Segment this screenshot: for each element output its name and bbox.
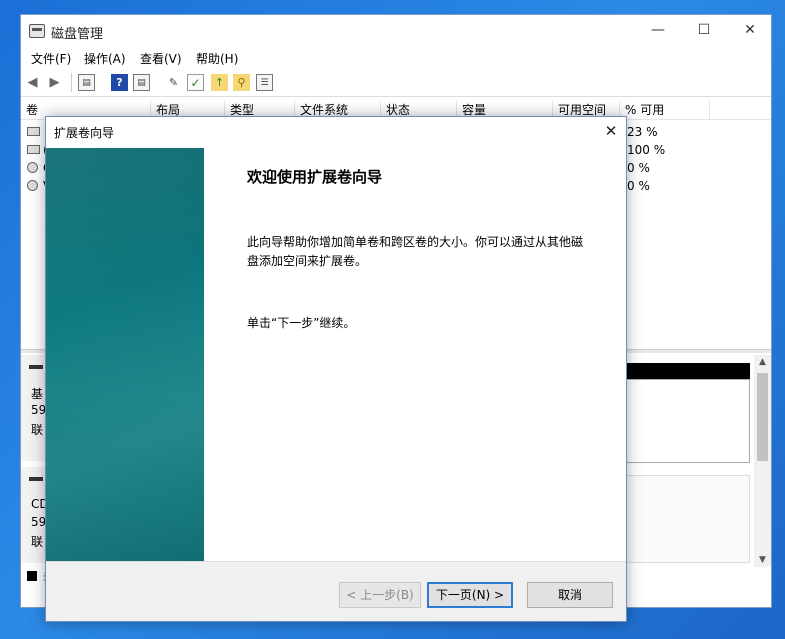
wizard-heading: 欢迎使用扩展卷向导 [247, 168, 383, 186]
toolbar: ◀ ▶ ▤ ? ▤ ✎ ✓ ↑ ⚲ ☰ [21, 69, 771, 97]
back-button[interactable]: < 上一步(B) [339, 582, 421, 608]
wizard-banner-image [46, 148, 204, 561]
help-icon[interactable]: ? [111, 74, 128, 91]
cd-drive-icon [27, 162, 38, 173]
menu-file[interactable]: 文件(F) [31, 50, 71, 67]
disk-pane-scrollbar[interactable]: ▲ ▼ [754, 355, 771, 567]
volume-icon [27, 145, 40, 154]
menu-action[interactable]: 操作(A) [84, 50, 126, 67]
properties-icon[interactable]: ▤ [133, 74, 150, 91]
search-icon[interactable]: ⚲ [233, 74, 250, 91]
back-arrow-icon[interactable]: ◀ [24, 74, 41, 91]
disk-size: 59 [31, 403, 47, 417]
volume-icon [27, 127, 40, 136]
scroll-thumb[interactable] [757, 373, 768, 461]
volume-percent-free: 23 % [627, 125, 658, 139]
check-icon[interactable]: ✓ [187, 74, 204, 91]
scroll-up-icon[interactable]: ▲ [754, 355, 771, 369]
wizard-hint: 单击“下一步”继续。 [247, 316, 356, 330]
toolbar-separator [71, 73, 72, 92]
window-title: 磁盘管理 [51, 27, 104, 42]
extend-volume-wizard-dialog: 扩展卷向导 ✕ 欢迎使用扩展卷向导 此向导帮助你增加简单卷和跨区卷的大小。你可以… [45, 116, 627, 622]
volume-percent-free: 100 % [627, 143, 666, 157]
menu-view[interactable]: 查看(V) [140, 50, 182, 67]
list-icon[interactable]: ☰ [256, 74, 273, 91]
legend-swatch [27, 571, 37, 581]
disk-status: 联 [31, 423, 44, 437]
cd-drive-icon [29, 477, 43, 481]
volume-percent-free: 0 % [627, 179, 650, 193]
disk-type: 基 [31, 387, 44, 401]
partition-block[interactable] [623, 379, 750, 463]
minimize-button[interactable]: — [635, 15, 681, 45]
upload-icon[interactable]: ↑ [211, 74, 228, 91]
disk-size: 59 [31, 515, 47, 529]
cancel-button[interactable]: 取消 [527, 582, 613, 608]
maximize-button[interactable]: ☐ [681, 15, 727, 45]
dialog-footer: < 上一步(B) 下一页(N) > 取消 [46, 561, 626, 621]
rescan-icon[interactable]: ✎ [165, 74, 182, 91]
partition-header-bar [623, 363, 750, 379]
wizard-description: 此向导帮助你增加简单卷和跨区卷的大小。你可以通过从其他磁盘添加空间来扩展卷。 [247, 235, 584, 268]
forward-arrow-icon[interactable]: ▶ [46, 74, 63, 91]
disk-icon [29, 365, 43, 369]
dialog-title: 扩展卷向导 [54, 126, 115, 140]
disk-status: 联 [31, 535, 44, 549]
cd-drive-icon [27, 180, 38, 191]
close-button[interactable]: ✕ [727, 15, 773, 45]
column-percent-free[interactable]: % 可用 [620, 101, 710, 120]
volume-percent-free: 0 % [627, 161, 650, 175]
next-button[interactable]: 下一页(N) > [427, 582, 513, 608]
scroll-down-icon[interactable]: ▼ [754, 553, 771, 567]
disk-management-icon [29, 24, 45, 38]
menu-help[interactable]: 帮助(H) [196, 50, 238, 67]
dialog-close-button[interactable]: ✕ [598, 119, 624, 143]
cd-partition-block[interactable] [623, 475, 750, 563]
title-bar: 磁盘管理 — ☐ ✕ [21, 15, 771, 47]
console-icon[interactable]: ▤ [78, 74, 95, 91]
menu-bar: 文件(F) 操作(A) 查看(V) 帮助(H) [21, 47, 771, 69]
